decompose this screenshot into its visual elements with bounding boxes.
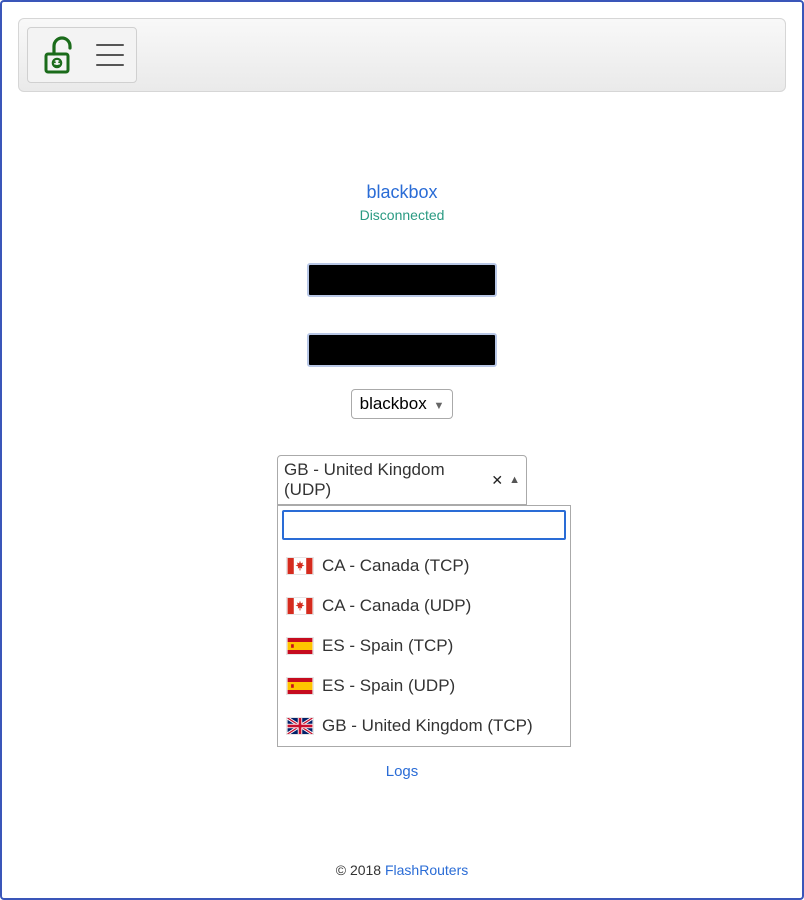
main-content: blackbox Disconnected blackbox ▼ GB - Un…	[18, 182, 786, 780]
connection-status: Disconnected	[18, 207, 786, 223]
server-option-label: ES - Spain (UDP)	[322, 676, 455, 696]
server-option[interactable]: CA - Canada (UDP)	[282, 586, 566, 626]
server-option-label: GB - United Kingdom (TCP)	[322, 716, 533, 736]
provider-select-label: blackbox	[360, 394, 427, 413]
copyright-text: © 2018	[336, 862, 385, 878]
server-option-label: ES - Spain (TCP)	[322, 636, 453, 656]
chevron-down-icon: ▼	[433, 400, 444, 412]
site-name-link[interactable]: blackbox	[18, 182, 786, 203]
brand-link[interactable]: FlashRouters	[385, 862, 468, 878]
server-selected-label: GB - United Kingdom (UDP)	[284, 460, 489, 500]
chevron-up-icon: ▲	[509, 474, 520, 486]
logs-link[interactable]: Logs	[18, 763, 786, 780]
footer: © 2018 FlashRouters	[0, 862, 804, 878]
logo-menu-group	[27, 27, 137, 83]
top-bar	[18, 18, 786, 92]
server-option[interactable]: ES - Spain (TCP)	[282, 626, 566, 666]
server-option[interactable]: GB - United Kingdom (TCP)	[282, 706, 566, 742]
server-option-label: CA - Canada (TCP)	[322, 556, 469, 576]
server-dropdown-panel: CA - Canada (TCP) CA - Canada (UDP) ES - S…	[277, 505, 571, 747]
server-option-list[interactable]: CA - Canada (TCP) CA - Canada (UDP) ES - S…	[282, 546, 566, 742]
server-option-label: CA - Canada (UDP)	[322, 596, 471, 616]
clear-selection-icon[interactable]: ✕	[489, 472, 505, 489]
hamburger-menu-icon[interactable]	[96, 44, 124, 66]
username-field[interactable]	[307, 263, 497, 297]
password-field[interactable]	[307, 333, 497, 367]
server-option[interactable]: ES - Spain (UDP)	[282, 666, 566, 706]
server-search-input[interactable]	[282, 510, 566, 540]
server-combobox: GB - United Kingdom (UDP) ✕ ▲ CA - Canad…	[277, 455, 527, 747]
provider-select[interactable]: blackbox ▼	[351, 389, 454, 419]
server-option[interactable]: CA - Canada (TCP)	[282, 546, 566, 586]
unlock-logo-icon	[40, 34, 80, 76]
server-selected[interactable]: GB - United Kingdom (UDP) ✕ ▲	[277, 455, 527, 505]
